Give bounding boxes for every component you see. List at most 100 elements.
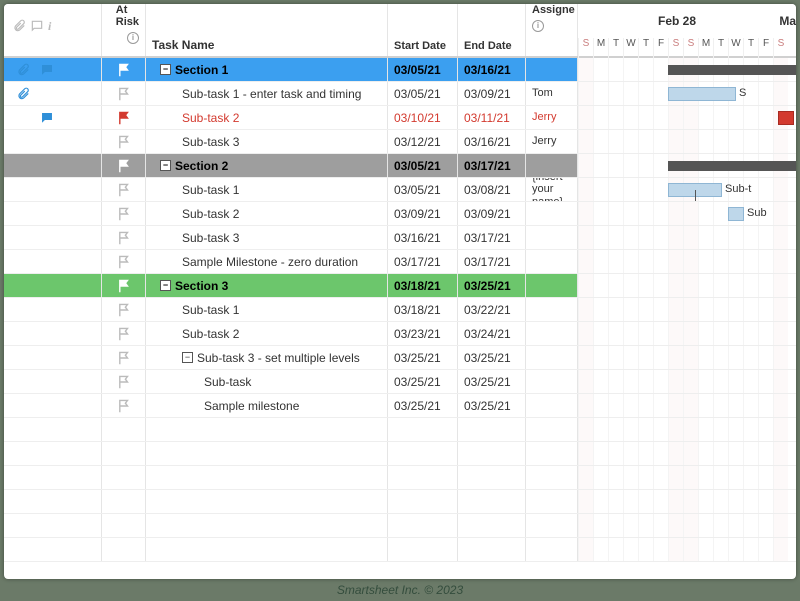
risk-flag-cell[interactable] (102, 226, 146, 249)
flag-icon[interactable] (118, 231, 130, 245)
assignee-cell[interactable] (526, 538, 578, 561)
task-name-cell[interactable]: −Section 2 (146, 154, 388, 177)
end-date-cell[interactable] (458, 514, 526, 537)
task-row[interactable]: Sub-task 103/05/2103/08/21{insert your n… (4, 178, 796, 202)
risk-flag-cell[interactable] (102, 274, 146, 297)
task-row[interactable]: Sub-task 303/12/2103/16/21Jerry (4, 130, 796, 154)
assignee-cell[interactable]: Tom (526, 82, 578, 105)
task-row[interactable]: Sub-task03/25/2103/25/21 (4, 370, 796, 394)
task-name-cell[interactable]: Sub-task 2 (146, 202, 388, 225)
risk-flag-cell[interactable] (102, 418, 146, 441)
end-date-cell[interactable]: 03/17/21 (458, 250, 526, 273)
task-row[interactable]: Sub-task 203/09/2103/09/21Sub (4, 202, 796, 226)
risk-flag-cell[interactable] (102, 322, 146, 345)
end-date-cell[interactable]: 03/09/21 (458, 82, 526, 105)
assignee-cell[interactable] (526, 370, 578, 393)
task-row[interactable]: Sub-task 203/23/2103/24/21 (4, 322, 796, 346)
start-date-cell[interactable] (388, 466, 458, 489)
flag-icon[interactable] (118, 303, 130, 317)
end-date-cell[interactable]: 03/17/21 (458, 154, 526, 177)
end-date-cell[interactable]: 03/25/21 (458, 274, 526, 297)
task-name-cell[interactable]: Sub-task 1 (146, 298, 388, 321)
task-name-cell[interactable]: Sample milestone (146, 394, 388, 417)
task-row[interactable]: Sample milestone03/25/2103/25/21 (4, 394, 796, 418)
assignee-cell[interactable] (526, 202, 578, 225)
risk-flag-cell[interactable] (102, 178, 146, 201)
start-date-cell[interactable]: 03/10/21 (388, 106, 458, 129)
assignee-column-header[interactable]: Assigne i (526, 4, 578, 56)
flag-icon[interactable] (118, 111, 130, 125)
flag-icon[interactable] (118, 87, 130, 101)
risk-flag-cell[interactable] (102, 370, 146, 393)
risk-flag-cell[interactable] (102, 514, 146, 537)
start-date-cell[interactable]: 03/25/21 (388, 346, 458, 369)
start-date-cell[interactable] (388, 490, 458, 513)
assignee-cell[interactable] (526, 298, 578, 321)
start-date-column-header[interactable]: Start Date (388, 4, 458, 56)
gantt-task-bar[interactable] (778, 111, 794, 125)
flag-icon[interactable] (118, 207, 130, 221)
start-date-cell[interactable]: 03/05/21 (388, 82, 458, 105)
collapse-toggle[interactable]: − (160, 160, 171, 171)
attach-icon[interactable] (16, 87, 30, 101)
risk-column-header[interactable]: At Risk i (102, 4, 146, 56)
gantt-task-bar[interactable]: Sub (728, 207, 744, 221)
start-date-cell[interactable]: 03/18/21 (388, 298, 458, 321)
risk-flag-cell[interactable] (102, 394, 146, 417)
task-name-cell[interactable] (146, 514, 388, 537)
risk-flag-cell[interactable] (102, 442, 146, 465)
end-date-column-header[interactable]: End Date (458, 4, 526, 56)
risk-flag-cell[interactable] (102, 58, 146, 81)
assignee-cell[interactable] (526, 442, 578, 465)
task-name-cell[interactable]: Sub-task 1 (146, 178, 388, 201)
task-row[interactable]: Sub-task 103/18/2103/22/21 (4, 298, 796, 322)
task-name-cell[interactable]: Sub-task 3 (146, 130, 388, 153)
end-date-cell[interactable] (458, 538, 526, 561)
assignee-cell[interactable] (526, 274, 578, 297)
task-name-cell[interactable]: Sub-task 2 (146, 106, 388, 129)
task-row[interactable]: −Section 303/18/2103/25/21 (4, 274, 796, 298)
assignee-cell[interactable] (526, 58, 578, 81)
task-name-cell[interactable]: Sub-task 1 - enter task and timing (146, 82, 388, 105)
risk-flag-cell[interactable] (102, 154, 146, 177)
risk-flag-cell[interactable] (102, 82, 146, 105)
assignee-cell[interactable] (526, 226, 578, 249)
end-date-cell[interactable]: 03/25/21 (458, 346, 526, 369)
risk-flag-cell[interactable] (102, 106, 146, 129)
assignee-cell[interactable] (526, 346, 578, 369)
risk-flag-cell[interactable] (102, 202, 146, 225)
start-date-cell[interactable]: 03/05/21 (388, 58, 458, 81)
assignee-cell[interactable] (526, 418, 578, 441)
flag-icon[interactable] (118, 375, 130, 389)
flag-icon[interactable] (118, 399, 130, 413)
task-row[interactable]: −Section 203/05/2103/17/21 (4, 154, 796, 178)
flag-icon[interactable] (118, 255, 130, 269)
end-date-cell[interactable]: 03/11/21 (458, 106, 526, 129)
end-date-cell[interactable] (458, 442, 526, 465)
comment-icon[interactable] (40, 63, 54, 77)
risk-flag-cell[interactable] (102, 298, 146, 321)
end-date-cell[interactable]: 03/09/21 (458, 202, 526, 225)
risk-flag-cell[interactable] (102, 538, 146, 561)
start-date-cell[interactable]: 03/12/21 (388, 130, 458, 153)
collapse-toggle[interactable]: − (160, 64, 171, 75)
start-date-cell[interactable]: 03/25/21 (388, 394, 458, 417)
task-row[interactable]: −Sub-task 3 - set multiple levels03/25/2… (4, 346, 796, 370)
flag-icon[interactable] (118, 135, 130, 149)
end-date-cell[interactable]: 03/22/21 (458, 298, 526, 321)
start-date-cell[interactable] (388, 442, 458, 465)
task-name-cell[interactable]: Sub-task 3 (146, 226, 388, 249)
start-date-cell[interactable]: 03/25/21 (388, 370, 458, 393)
flag-icon[interactable] (118, 63, 130, 77)
end-date-cell[interactable]: 03/08/21 (458, 178, 526, 201)
task-name-column-header[interactable]: Task Name (146, 4, 388, 56)
assignee-cell[interactable] (526, 250, 578, 273)
risk-flag-cell[interactable] (102, 466, 146, 489)
collapse-toggle[interactable]: − (182, 352, 193, 363)
end-date-cell[interactable] (458, 490, 526, 513)
assignee-cell[interactable] (526, 490, 578, 513)
task-row[interactable]: Sample Milestone - zero duration03/17/21… (4, 250, 796, 274)
start-date-cell[interactable]: 03/05/21 (388, 178, 458, 201)
flag-icon[interactable] (118, 183, 130, 197)
start-date-cell[interactable] (388, 418, 458, 441)
